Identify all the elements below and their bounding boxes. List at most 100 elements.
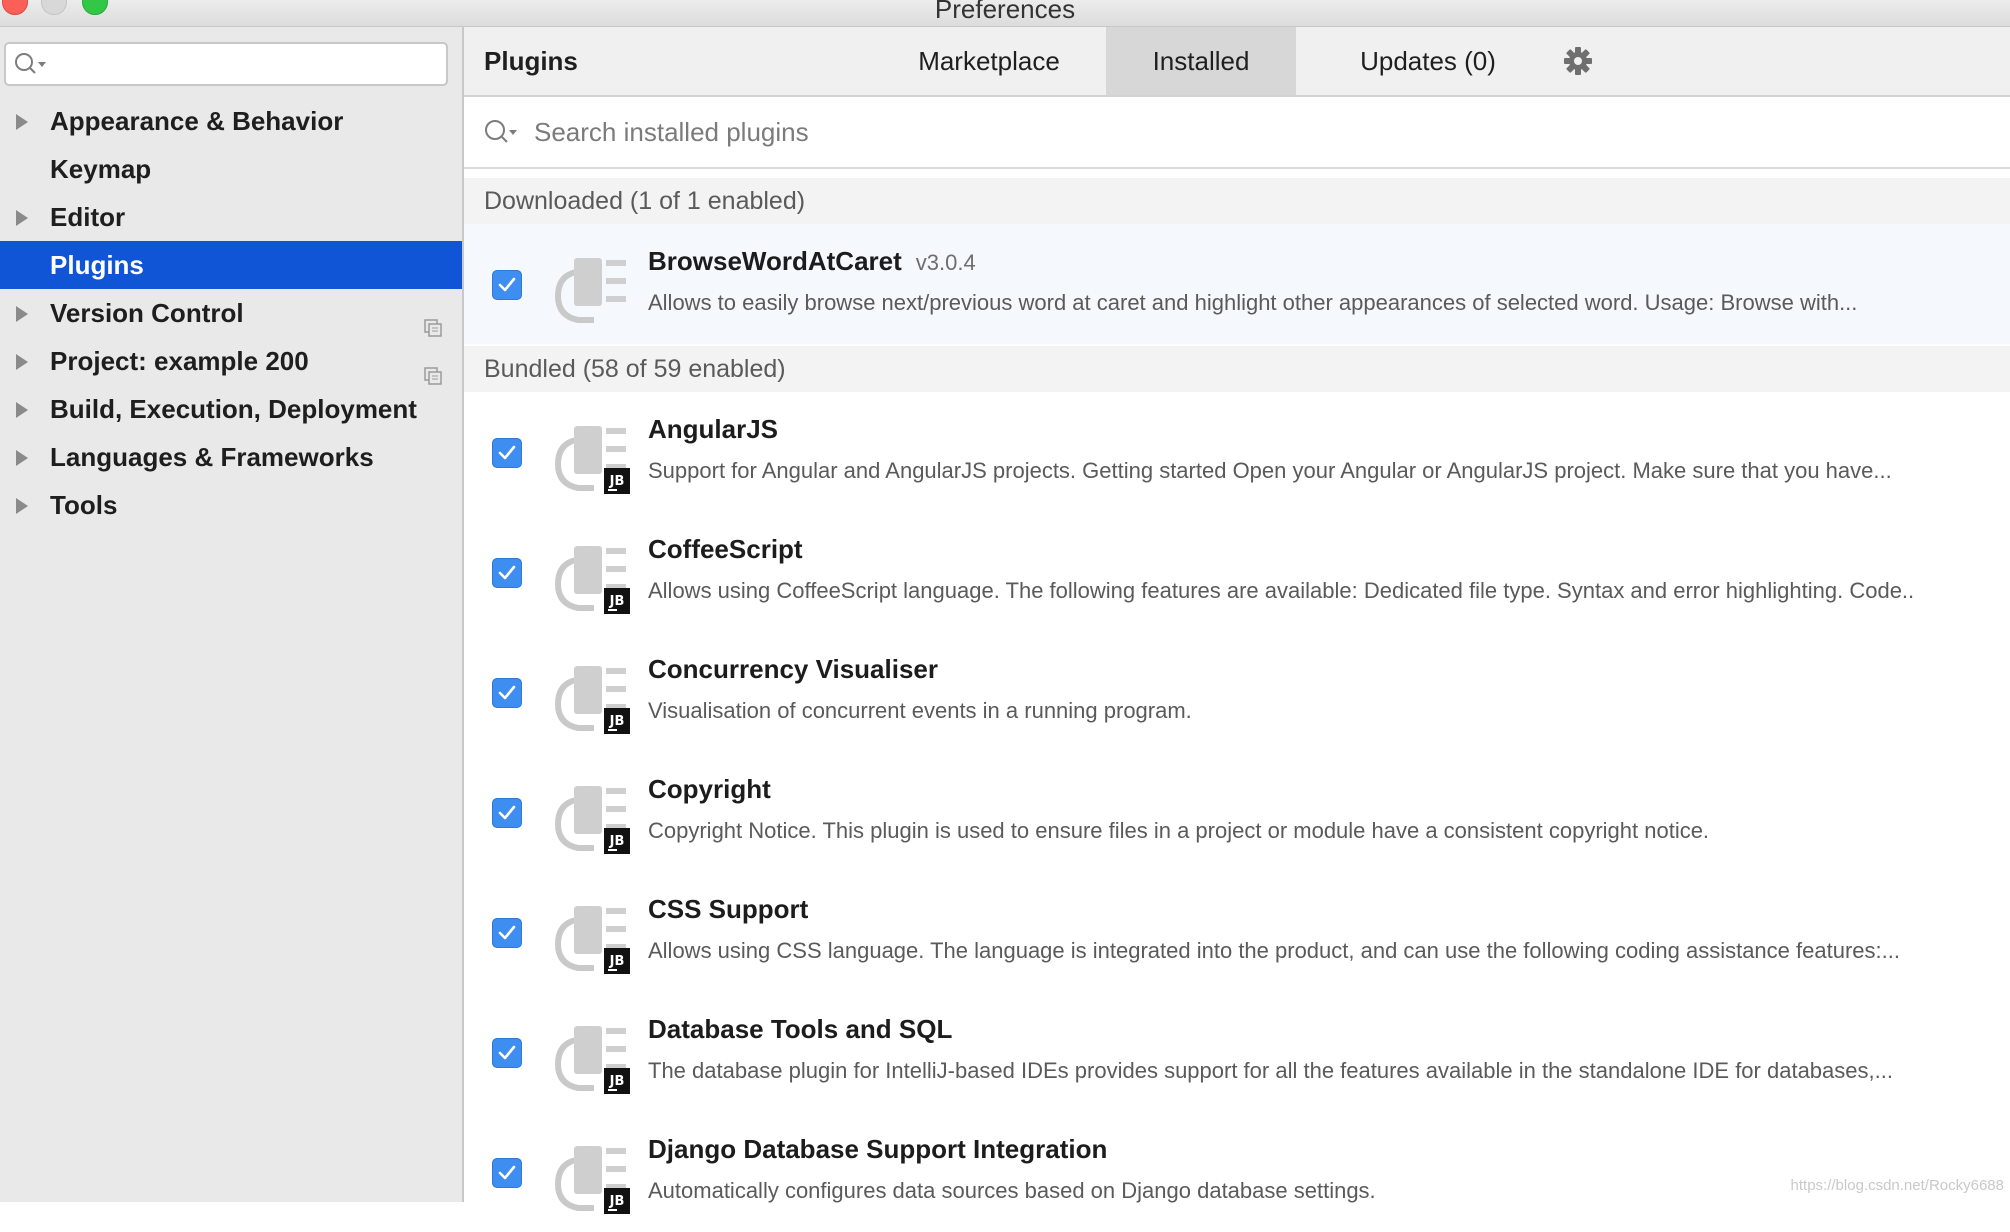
jetbrains-plugin-icon: JB: [554, 418, 630, 494]
plugin-enabled-checkbox[interactable]: [492, 918, 522, 948]
plugin-row[interactable]: JB CoffeeScript Allows using CoffeeScrip…: [464, 512, 2010, 632]
expand-arrow-icon[interactable]: [16, 354, 28, 370]
section-header-downloaded: Downloaded (1 of 1 enabled): [464, 178, 2010, 224]
search-icon: [484, 119, 518, 150]
project-scope-icon: [424, 352, 442, 385]
plugin-row[interactable]: JB AngularJS Support for Angular and Ang…: [464, 392, 2010, 512]
settings-nav: Appearance & Behavior Keymap Editor Plugins…: [0, 97, 462, 529]
plugin-description: Allows to easily browse next/previous wo…: [648, 290, 1858, 315]
plugin-enabled-checkbox[interactable]: [492, 678, 522, 708]
plugin-name-text: Database Tools and SQL: [648, 1014, 953, 1044]
page-title: Plugins: [484, 46, 578, 76]
plugin-enabled-checkbox[interactable]: [492, 1038, 522, 1068]
watermark: https://blog.csdn.net/Rocky6688: [1790, 1177, 2004, 1194]
sidebar-item-label: Appearance & Behavior: [50, 106, 344, 136]
svg-text:JB: JB: [609, 594, 625, 609]
plugin-name-text: CSS Support: [648, 894, 809, 924]
sidebar-item-keymap[interactable]: Keymap: [0, 145, 462, 193]
sidebar-item-label: Plugins: [50, 250, 144, 280]
svg-text:JB: JB: [609, 474, 625, 489]
expand-arrow-icon[interactable]: [16, 450, 28, 466]
plugin-name[interactable]: CoffeeScript: [648, 534, 803, 565]
plugin-row[interactable]: JB Django Database Support Integration A…: [464, 1112, 2010, 1232]
expand-arrow-icon[interactable]: [16, 306, 28, 322]
plugin-row[interactable]: JB CSS Support Allows using CSS language…: [464, 872, 2010, 992]
plugin-row[interactable]: BrowseWordAtCaret v3.0.4 Allows to easily…: [464, 224, 2010, 344]
svg-text:JB: JB: [609, 954, 625, 969]
sidebar-item-editor[interactable]: Editor: [0, 193, 462, 241]
plugin-name[interactable]: Copyright: [648, 774, 771, 805]
plugin-name[interactable]: AngularJS: [648, 414, 778, 445]
plugin-description: Allows using CSS language. The language …: [648, 938, 1900, 963]
plugin-description: Allows using CoffeeScript language. The …: [648, 578, 1915, 603]
plugin-name[interactable]: Database Tools and SQL: [648, 1014, 952, 1045]
plugin-description: Support for Angular and AngularJS projec…: [648, 458, 1892, 483]
sidebar-item-appearance-behavior[interactable]: Appearance & Behavior: [0, 97, 462, 145]
plugin-name-text: Copyright: [648, 774, 771, 804]
plugin-name-text: CoffeeScript: [648, 534, 803, 564]
tab-marketplace[interactable]: Marketplace: [894, 27, 1084, 95]
sidebar-item-label: Version Control: [50, 298, 244, 328]
sidebar-item-label: Editor: [50, 202, 126, 232]
svg-text:JB: JB: [609, 1074, 625, 1089]
sidebar-item-label: Project: example 200: [50, 346, 309, 376]
plugin-name-text: Concurrency Visualiser: [648, 654, 938, 684]
search-icon: [14, 52, 48, 81]
plugin-version: v3.0.4: [915, 250, 976, 275]
sidebar-item-tools[interactable]: Tools: [0, 481, 462, 529]
window-titlebar: Preferences: [0, 0, 2010, 27]
search-placeholder: Search installed plugins: [534, 117, 809, 147]
plugin-icon: [554, 250, 630, 326]
expand-arrow-icon[interactable]: [16, 114, 28, 130]
sidebar-item-label: Languages & Frameworks: [50, 442, 374, 472]
plugin-row[interactable]: JB Database Tools and SQL The database p…: [464, 992, 2010, 1112]
plugin-description: Visualisation of concurrent events in a …: [648, 698, 1192, 723]
plugin-name-text: AngularJS: [648, 414, 779, 444]
jetbrains-plugin-icon: JB: [554, 658, 630, 734]
plugin-row[interactable]: JB Copyright Copyright Notice. This plug…: [464, 752, 2010, 872]
sidebar-item-label: Keymap: [50, 154, 152, 184]
sidebar-item-plugins[interactable]: Plugins: [0, 241, 462, 289]
plugin-enabled-checkbox[interactable]: [492, 558, 522, 588]
window-title: Preferences: [934, 0, 1076, 24]
plugins-panel: Plugins Marketplace Installed Updates (0…: [464, 27, 2010, 1214]
plugin-enabled-checkbox[interactable]: [492, 798, 522, 828]
jetbrains-plugin-icon: JB: [554, 778, 630, 854]
plugin-name[interactable]: Concurrency Visualiser: [648, 654, 938, 685]
plugins-header: Plugins Marketplace Installed Updates (0…: [464, 27, 2010, 97]
tab-updates[interactable]: Updates (0): [1318, 27, 1538, 95]
expand-arrow-icon[interactable]: [16, 210, 28, 226]
plugin-name[interactable]: BrowseWordAtCaret v3.0.4: [648, 246, 976, 277]
jetbrains-plugin-icon: JB: [554, 1018, 630, 1094]
svg-text:JB: JB: [609, 834, 625, 849]
tab-installed[interactable]: Installed: [1106, 27, 1296, 95]
plugin-name[interactable]: CSS Support: [648, 894, 808, 925]
sidebar-search-input[interactable]: [4, 42, 448, 86]
sidebar-item-label: Build, Execution, Deployment: [50, 394, 417, 424]
project-scope-icon: [424, 304, 442, 337]
gear-icon[interactable]: [1564, 47, 1592, 75]
plugin-description: Copyright Notice. This plugin is used to…: [648, 818, 1710, 843]
sidebar-item-build-execution-deployment[interactable]: Build, Execution, Deployment: [0, 385, 462, 433]
expand-arrow-icon[interactable]: [16, 498, 28, 514]
plugin-row[interactable]: JB Concurrency Visualiser Visualisation …: [464, 632, 2010, 752]
jetbrains-plugin-icon: JB: [554, 1138, 630, 1214]
plugin-search-field[interactable]: Search installed plugins: [464, 97, 2010, 169]
sidebar-item-project-example-200[interactable]: Project: example 200: [0, 337, 462, 385]
plugin-name-text: Django Database Support Integration: [648, 1134, 1108, 1164]
plugin-description: The database plugin for IntelliJ-based I…: [648, 1058, 1893, 1083]
expand-arrow-icon[interactable]: [16, 402, 28, 418]
jetbrains-plugin-icon: JB: [554, 898, 630, 974]
settings-sidebar: Appearance & Behavior Keymap Editor Plugins…: [0, 27, 464, 1202]
plugin-name-text: BrowseWordAtCaret: [648, 246, 902, 276]
sidebar-item-version-control[interactable]: Version Control: [0, 289, 462, 337]
section-header-bundled: Bundled (58 of 59 enabled): [464, 346, 2010, 392]
plugin-enabled-checkbox[interactable]: [492, 270, 522, 300]
svg-text:JB: JB: [609, 714, 625, 729]
plugin-name[interactable]: Django Database Support Integration: [648, 1134, 1107, 1165]
sidebar-item-languages-frameworks[interactable]: Languages & Frameworks: [0, 433, 462, 481]
plugin-enabled-checkbox[interactable]: [492, 438, 522, 468]
jetbrains-plugin-icon: JB: [554, 538, 630, 614]
sidebar-item-label: Tools: [50, 490, 118, 520]
plugin-enabled-checkbox[interactable]: [492, 1158, 522, 1188]
